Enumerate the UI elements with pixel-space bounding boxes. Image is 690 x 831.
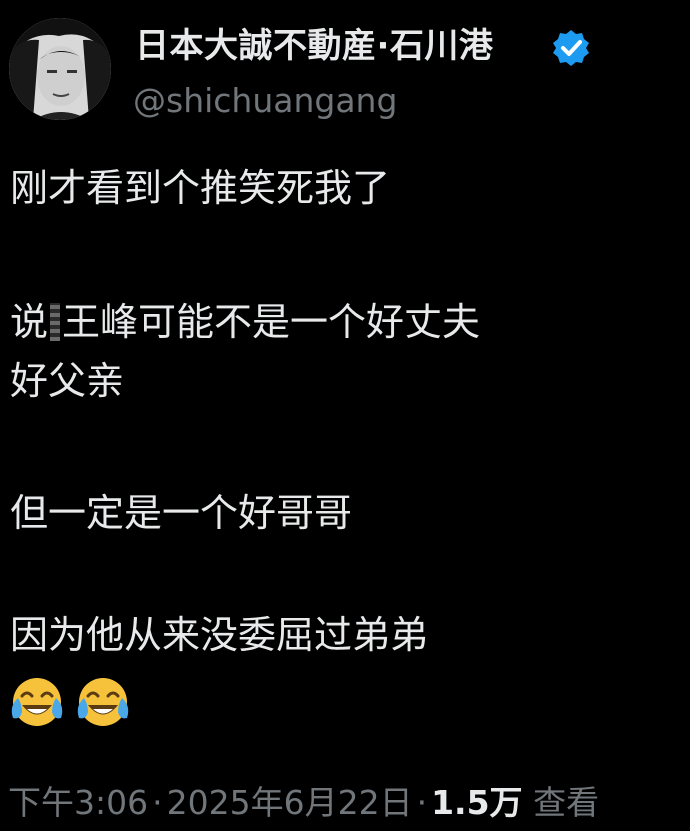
views-label[interactable]: 查看: [533, 783, 599, 822]
tweet-line-1: 刚才看到个推笑死我了: [10, 166, 391, 210]
tweet-line-5: 因为他从来没委屈过弟弟: [10, 613, 429, 657]
profile-photo-icon: [9, 18, 111, 120]
views-count: 1.5万: [431, 783, 523, 822]
face-with-tears-of-joy-icon: [77, 678, 129, 726]
emoji-row: [8, 674, 132, 732]
display-name[interactable]: 日本大誠不動産·石川港: [135, 24, 493, 68]
face-with-tears-of-joy-icon: [11, 678, 63, 726]
tweet-line-4: 但一定是一个好哥哥: [10, 491, 353, 535]
avatar[interactable]: [9, 18, 111, 120]
tweet-line-3: 好父亲: [10, 359, 125, 403]
meta-separator: ·: [152, 783, 163, 822]
tweet-meta: 下午3:06 · 2025年6月22日 · 1.5万 查看: [8, 780, 599, 826]
tweet-date[interactable]: 2025年6月22日: [167, 783, 413, 822]
tweet-line-2: 说王峰可能不是一个好丈夫: [10, 297, 480, 347]
tweet-line-2-text: 王峰可能不是一个好丈夫: [62, 300, 481, 344]
user-handle[interactable]: @shichuangang: [133, 79, 397, 123]
verified-badge-icon: [553, 30, 589, 66]
tweet-line-2-prefix: 说: [10, 300, 49, 344]
censor-mark: [50, 303, 61, 341]
tweet-time[interactable]: 下午3:06: [8, 783, 148, 822]
meta-separator: ·: [416, 783, 428, 822]
